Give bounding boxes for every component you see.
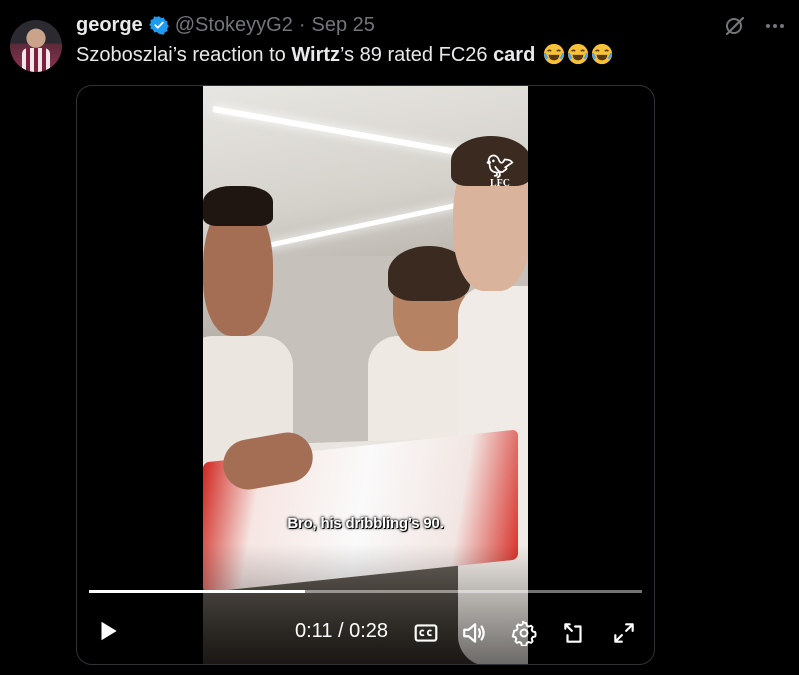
current-time: 0:11	[295, 620, 333, 642]
grok-icon[interactable]	[723, 14, 747, 38]
tweet-text-bold: Wirtz	[291, 44, 341, 66]
play-icon[interactable]	[95, 618, 121, 644]
volume-icon[interactable]	[461, 620, 487, 646]
separator-dot: ·	[298, 13, 306, 36]
top-actions	[723, 14, 787, 38]
progress-bar[interactable]	[89, 590, 642, 593]
joy-emoji-icon	[543, 43, 565, 65]
closed-captions-icon[interactable]	[413, 620, 439, 646]
tweet-header: george @StokeyyG2 · Sep 25	[76, 12, 375, 38]
liverbird-icon: 🐦︎	[486, 154, 514, 179]
lfc-logo-text: LFC	[490, 178, 510, 189]
more-icon[interactable]	[763, 14, 787, 38]
tweet-text: Szoboszlai’s reaction to Wirtz’s 89 rate…	[76, 42, 613, 68]
tweet-text-part	[535, 44, 541, 66]
video-subtitle: Bro, his dribbling’s 90.	[287, 515, 444, 532]
video-time: 0:11 / 0:28	[295, 620, 388, 643]
author-name[interactable]: george	[76, 14, 143, 37]
joy-emoji-icon	[567, 43, 589, 65]
pip-icon[interactable]	[561, 620, 587, 646]
avatar[interactable]	[10, 20, 62, 72]
verified-badge-icon[interactable]	[148, 15, 169, 35]
duration: 0:28	[349, 620, 389, 642]
author-handle[interactable]: @StokeyyG2	[175, 14, 293, 37]
joy-emoji-icon	[591, 43, 613, 65]
controls-shade	[77, 544, 654, 664]
lfc-logo: 🐦︎ LFC	[483, 154, 517, 190]
progress-fill	[89, 590, 305, 593]
tweet-text-part: ’s 89 rated FC26	[340, 44, 494, 66]
video-player[interactable]: 🐦︎ LFC Bro, his dribbling’s 90. 0:11 / 0…	[76, 85, 655, 665]
tweet-text-bold: card	[493, 44, 536, 66]
tweet-text-part: Szoboszlai’s reaction to	[76, 44, 292, 66]
time-separator: /	[332, 620, 350, 642]
avatar-shirt	[22, 48, 50, 72]
scene-person	[203, 186, 273, 226]
settings-icon[interactable]	[511, 620, 537, 646]
tweet-date[interactable]: Sep 25	[311, 14, 374, 37]
fullscreen-icon[interactable]	[611, 620, 637, 646]
